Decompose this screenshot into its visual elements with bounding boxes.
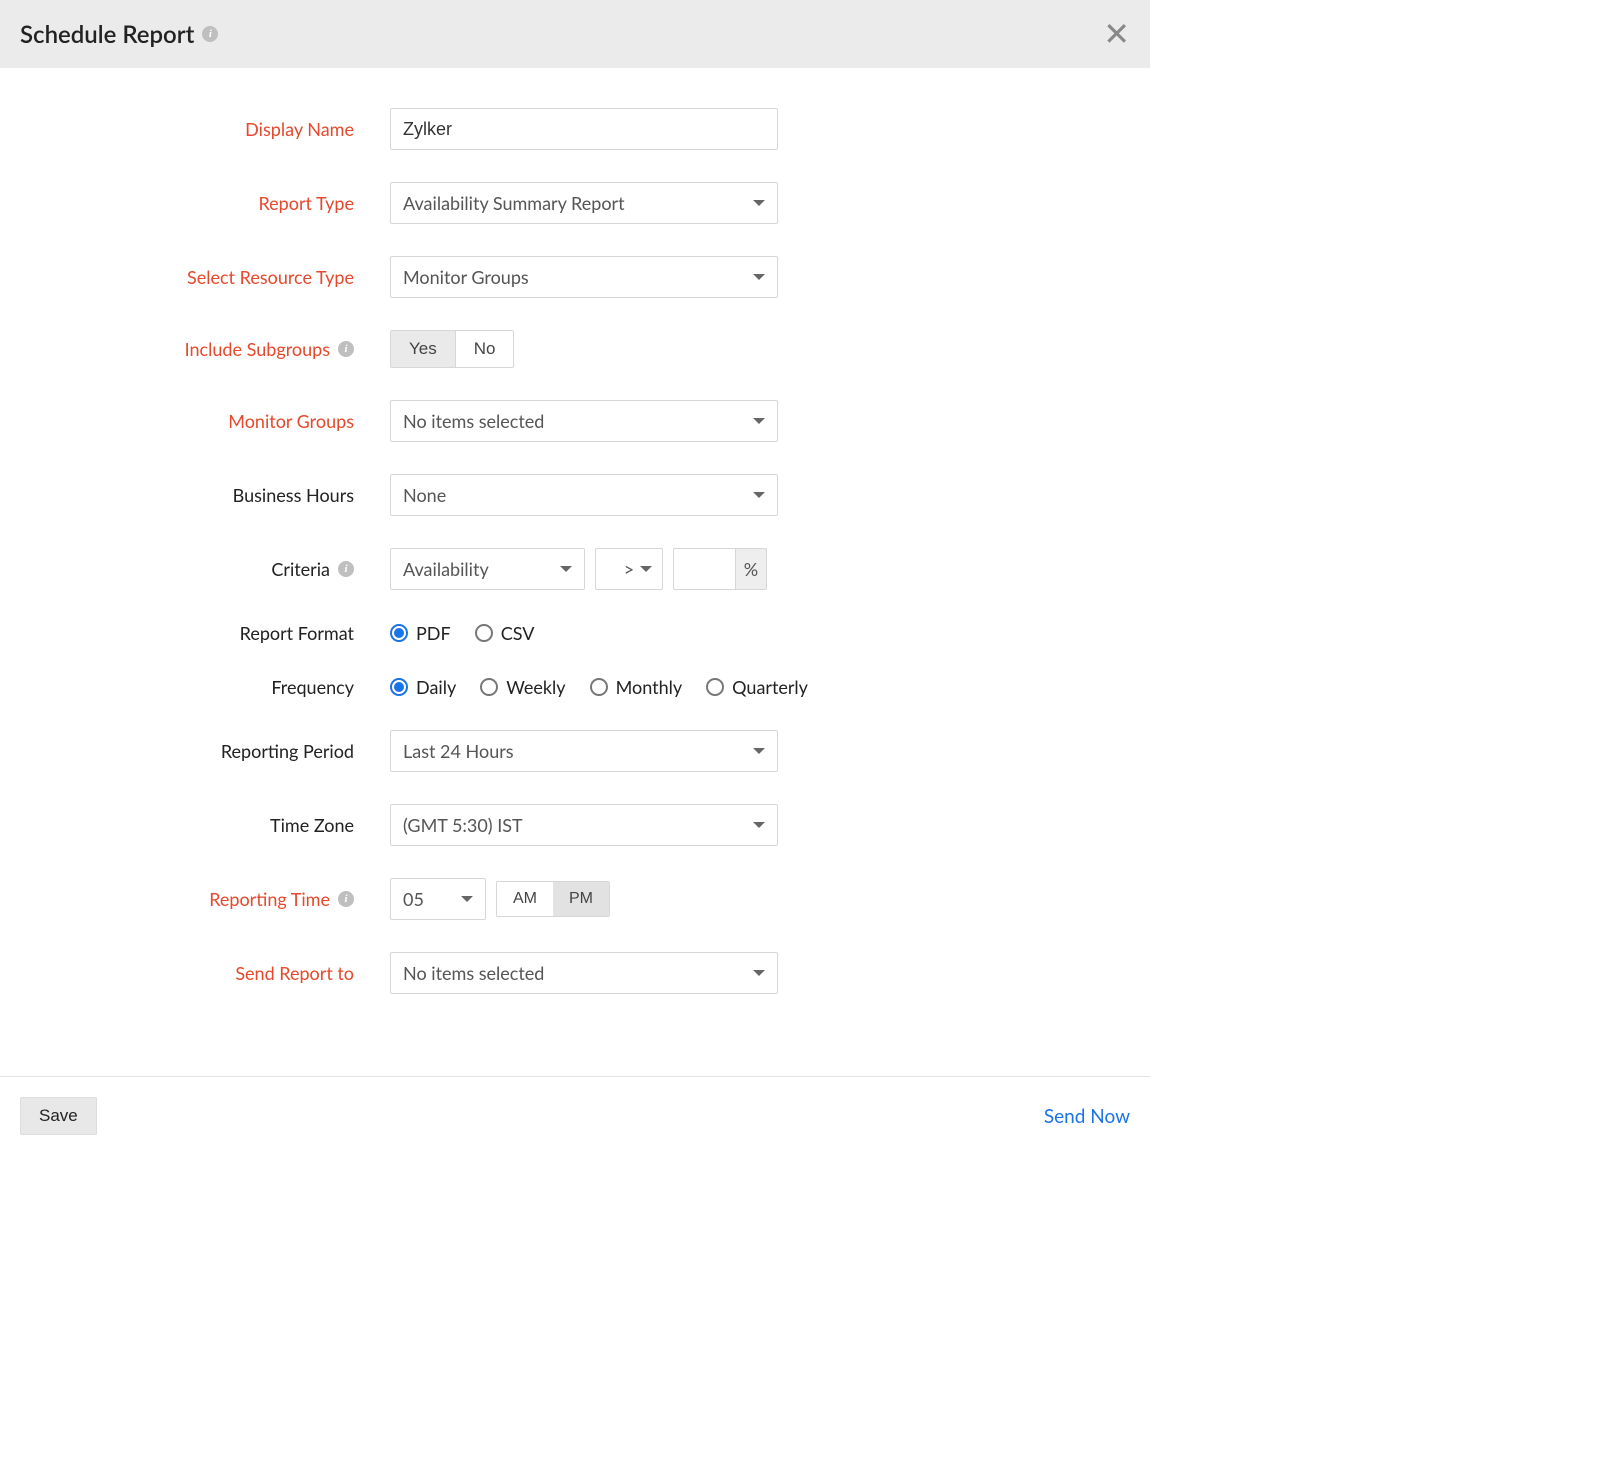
radio-icon xyxy=(706,678,724,696)
label-report-format: Report Format xyxy=(240,622,354,644)
info-icon[interactable]: i xyxy=(338,561,354,577)
radio-icon xyxy=(390,624,408,642)
label-monitor-groups: Monitor Groups xyxy=(228,410,354,432)
time-zone-value: (GMT 5:30) IST xyxy=(403,814,523,836)
chevron-down-icon xyxy=(560,566,572,572)
reporting-hour-select[interactable]: 05 xyxy=(390,878,486,920)
format-csv-label: CSV xyxy=(501,622,535,644)
label-display-name: Display Name xyxy=(245,118,354,140)
row-display-name: Display Name xyxy=(20,108,1130,150)
frequency-weekly-label: Weekly xyxy=(506,676,565,698)
label-reporting-time: Reporting Time xyxy=(209,888,330,910)
criteria-metric-value: Availability xyxy=(403,558,489,580)
frequency-quarterly-radio[interactable]: Quarterly xyxy=(706,676,808,698)
am-button[interactable]: AM xyxy=(497,882,553,916)
include-subgroups-yes[interactable]: Yes xyxy=(391,331,455,367)
send-report-to-value: No items selected xyxy=(403,962,544,984)
format-pdf-label: PDF xyxy=(416,622,451,644)
frequency-daily-radio[interactable]: Daily xyxy=(390,676,456,698)
resource-type-select[interactable]: Monitor Groups xyxy=(390,256,778,298)
criteria-metric-select[interactable]: Availability xyxy=(390,548,585,590)
chevron-down-icon xyxy=(461,896,473,902)
reporting-hour-value: 05 xyxy=(403,888,424,910)
dialog-footer: Save Send Now xyxy=(0,1076,1150,1155)
monitor-groups-select[interactable]: No items selected xyxy=(390,400,778,442)
radio-icon xyxy=(480,678,498,696)
criteria-value-input[interactable] xyxy=(673,548,735,590)
frequency-daily-label: Daily xyxy=(416,676,456,698)
row-reporting-period: Reporting Period Last 24 Hours xyxy=(20,730,1130,772)
row-criteria: Criteria i Availability > % xyxy=(20,548,1130,590)
reporting-period-select[interactable]: Last 24 Hours xyxy=(390,730,778,772)
chevron-down-icon xyxy=(753,970,765,976)
send-now-link[interactable]: Send Now xyxy=(1044,1105,1130,1128)
include-subgroups-toggle: Yes No xyxy=(390,330,514,368)
frequency-monthly-label: Monthly xyxy=(616,676,683,698)
info-icon[interactable]: i xyxy=(202,26,218,42)
frequency-weekly-radio[interactable]: Weekly xyxy=(480,676,565,698)
dialog-header: Schedule Report i ✕ xyxy=(0,0,1150,68)
send-report-to-select[interactable]: No items selected xyxy=(390,952,778,994)
chevron-down-icon xyxy=(753,274,765,280)
form-body: Display Name Report Type Availability Su… xyxy=(0,68,1150,1056)
row-time-zone: Time Zone (GMT 5:30) IST xyxy=(20,804,1130,846)
label-business-hours: Business Hours xyxy=(233,484,354,506)
resource-type-value: Monitor Groups xyxy=(403,266,529,288)
label-report-type: Report Type xyxy=(258,192,354,214)
row-report-type: Report Type Availability Summary Report xyxy=(20,182,1130,224)
row-send-report-to: Send Report to No items selected xyxy=(20,952,1130,994)
criteria-operator-select[interactable]: > xyxy=(595,548,663,590)
label-time-zone: Time Zone xyxy=(270,814,354,836)
row-business-hours: Business Hours None xyxy=(20,474,1130,516)
format-pdf-radio[interactable]: PDF xyxy=(390,622,451,644)
row-report-format: Report Format PDF CSV xyxy=(20,622,1130,644)
save-button[interactable]: Save xyxy=(20,1097,97,1135)
chevron-down-icon xyxy=(753,748,765,754)
business-hours-value: None xyxy=(403,484,446,506)
format-csv-radio[interactable]: CSV xyxy=(475,622,535,644)
chevron-down-icon xyxy=(753,418,765,424)
label-include-subgroups: Include Subgroups xyxy=(185,338,330,360)
display-name-input[interactable] xyxy=(390,108,778,150)
row-monitor-groups: Monitor Groups No items selected xyxy=(20,400,1130,442)
frequency-quarterly-label: Quarterly xyxy=(732,676,808,698)
pm-button[interactable]: PM xyxy=(553,882,609,916)
row-reporting-time: Reporting Time i 05 AM PM xyxy=(20,878,1130,920)
ampm-toggle: AM PM xyxy=(496,881,610,917)
reporting-period-value: Last 24 Hours xyxy=(403,740,514,762)
label-send-report-to: Send Report to xyxy=(235,962,354,984)
page-title: Schedule Report i xyxy=(20,20,218,49)
info-icon[interactable]: i xyxy=(338,341,354,357)
row-include-subgroups: Include Subgroups i Yes No xyxy=(20,330,1130,368)
row-resource-type: Select Resource Type Monitor Groups xyxy=(20,256,1130,298)
info-icon[interactable]: i xyxy=(338,891,354,907)
radio-icon xyxy=(590,678,608,696)
label-frequency: Frequency xyxy=(271,676,354,698)
chevron-down-icon xyxy=(753,822,765,828)
time-zone-select[interactable]: (GMT 5:30) IST xyxy=(390,804,778,846)
monitor-groups-value: No items selected xyxy=(403,410,544,432)
report-type-value: Availability Summary Report xyxy=(403,192,625,214)
include-subgroups-no[interactable]: No xyxy=(455,331,514,367)
label-resource-type: Select Resource Type xyxy=(187,266,354,288)
chevron-down-icon xyxy=(640,566,652,572)
chevron-down-icon xyxy=(753,200,765,206)
row-frequency: Frequency Daily Weekly Monthly xyxy=(20,676,1130,698)
radio-icon xyxy=(475,624,493,642)
schedule-report-dialog: Schedule Report i ✕ Display Name Report … xyxy=(0,0,1150,1155)
criteria-operator-value: > xyxy=(624,558,634,580)
chevron-down-icon xyxy=(753,492,765,498)
criteria-unit: % xyxy=(735,548,767,590)
close-icon[interactable]: ✕ xyxy=(1103,18,1130,50)
business-hours-select[interactable]: None xyxy=(390,474,778,516)
frequency-monthly-radio[interactable]: Monthly xyxy=(590,676,683,698)
title-text: Schedule Report xyxy=(20,20,194,49)
report-type-select[interactable]: Availability Summary Report xyxy=(390,182,778,224)
label-criteria: Criteria xyxy=(271,558,330,580)
radio-icon xyxy=(390,678,408,696)
label-reporting-period: Reporting Period xyxy=(221,740,354,762)
